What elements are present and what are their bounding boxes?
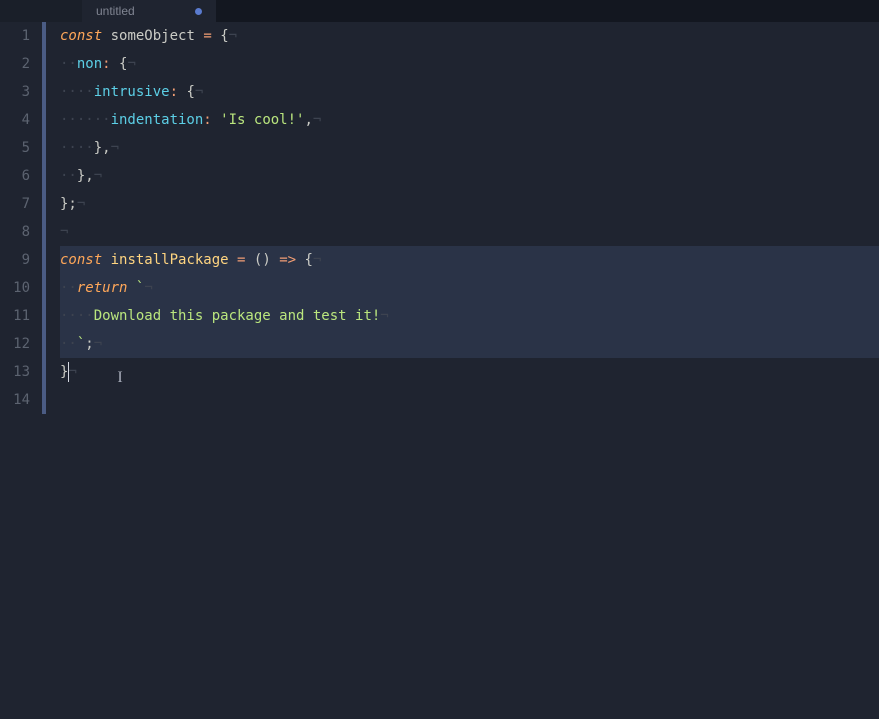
code-line[interactable]: }¬ — [60, 358, 879, 386]
token-nl: ¬ — [313, 252, 321, 268]
code-line[interactable]: const someObject = {¬ — [60, 22, 879, 50]
token-pun: { — [220, 28, 228, 44]
token-indent: ·· — [60, 280, 77, 296]
token-nl: ¬ — [313, 112, 321, 128]
token-name — [212, 28, 220, 44]
token-op: : — [203, 112, 211, 128]
token-nl: ¬ — [144, 280, 152, 296]
tab-bar-spacer — [0, 0, 82, 22]
line-number[interactable]: 8 — [0, 218, 30, 246]
token-indent: ···· — [60, 140, 94, 156]
code-line[interactable]: ····Download this package and test it!¬ — [60, 302, 879, 330]
editor-tab[interactable]: untitled — [82, 0, 216, 22]
token-op: => — [279, 252, 296, 268]
code-line[interactable]: const installPackage = () => {¬ — [60, 246, 879, 274]
token-nl: ¬ — [111, 140, 119, 156]
line-number[interactable]: 6 — [0, 162, 30, 190]
line-number[interactable]: 12 — [0, 330, 30, 358]
line-number[interactable]: 14 — [0, 386, 30, 414]
code-line[interactable]: ··non: {¬ — [60, 50, 879, 78]
token-pun: { — [305, 252, 313, 268]
code-line[interactable]: ··},¬ — [60, 162, 879, 190]
token-pun: ; — [85, 336, 93, 352]
token-name — [245, 252, 253, 268]
line-number-gutter[interactable]: 1234567891011121314 — [0, 22, 42, 719]
token-indent: ·· — [60, 56, 77, 72]
tab-dirty-indicator-icon — [195, 8, 202, 15]
token-nl: ¬ — [127, 56, 135, 72]
token-nl: ¬ — [68, 364, 76, 380]
token-indent: ·· — [60, 336, 77, 352]
token-pun: }; — [60, 196, 77, 212]
token-nl: ¬ — [195, 84, 203, 100]
token-op: : — [102, 56, 110, 72]
token-op: : — [170, 84, 178, 100]
line-number[interactable]: 1 — [0, 22, 30, 50]
code-line[interactable]: ····intrusive: {¬ — [60, 78, 879, 106]
tab-title: untitled — [96, 4, 135, 18]
token-str: 'Is cool!' — [220, 112, 304, 128]
code-line[interactable]: ··return `¬ — [60, 274, 879, 302]
line-number[interactable]: 5 — [0, 134, 30, 162]
token-nl: ¬ — [77, 196, 85, 212]
token-nl: ¬ — [94, 168, 102, 184]
code-line[interactable]: };¬ — [60, 190, 879, 218]
code-line[interactable]: ····},¬ — [60, 134, 879, 162]
token-kw2: return — [77, 280, 128, 296]
token-name — [102, 252, 110, 268]
token-name — [229, 252, 237, 268]
token-name: someObject — [111, 28, 195, 44]
line-number[interactable]: 3 — [0, 78, 30, 106]
token-pun: }, — [77, 168, 94, 184]
line-number[interactable]: 10 — [0, 274, 30, 302]
token-name — [102, 28, 110, 44]
code-line[interactable]: ¬ — [60, 218, 879, 246]
token-name — [212, 112, 220, 128]
code-area[interactable]: const someObject = {¬··non: {¬····intrus… — [46, 22, 879, 719]
line-number[interactable]: 11 — [0, 302, 30, 330]
code-line[interactable]: ··`;¬ — [60, 330, 879, 358]
token-op: = — [203, 28, 211, 44]
token-name — [127, 280, 135, 296]
token-name — [111, 56, 119, 72]
token-kw: const — [60, 252, 102, 268]
code-line[interactable]: ······indentation: 'Is cool!',¬ — [60, 106, 879, 134]
token-nl: ¬ — [229, 28, 237, 44]
token-tmp: Download this package and test it! — [94, 308, 381, 324]
token-fn: installPackage — [111, 252, 229, 268]
token-indent: ······ — [60, 112, 111, 128]
token-key: indentation — [111, 112, 204, 128]
editor[interactable]: 1234567891011121314 const someObject = {… — [0, 22, 879, 719]
token-pun: }, — [94, 140, 111, 156]
token-indent: ···· — [60, 84, 94, 100]
line-number[interactable]: 7 — [0, 190, 30, 218]
line-number[interactable]: 2 — [0, 50, 30, 78]
tab-bar: untitled — [0, 0, 879, 22]
token-name — [271, 252, 279, 268]
token-nl: ¬ — [380, 308, 388, 324]
text-caret — [68, 362, 69, 382]
token-key: intrusive — [94, 84, 170, 100]
token-pun: () — [254, 252, 271, 268]
token-pun: , — [304, 112, 312, 128]
token-pun: { — [186, 84, 194, 100]
token-key: non — [77, 56, 102, 72]
line-number[interactable]: 9 — [0, 246, 30, 274]
token-kw: const — [60, 28, 102, 44]
line-number[interactable]: 4 — [0, 106, 30, 134]
token-nl: ¬ — [60, 224, 68, 240]
code-line[interactable] — [60, 386, 879, 414]
token-nl: ¬ — [94, 336, 102, 352]
line-number[interactable]: 13 — [0, 358, 30, 386]
token-indent: ···· — [60, 308, 94, 324]
tab-bar-empty[interactable] — [216, 0, 879, 22]
token-name — [296, 252, 304, 268]
token-indent: ·· — [60, 168, 77, 184]
